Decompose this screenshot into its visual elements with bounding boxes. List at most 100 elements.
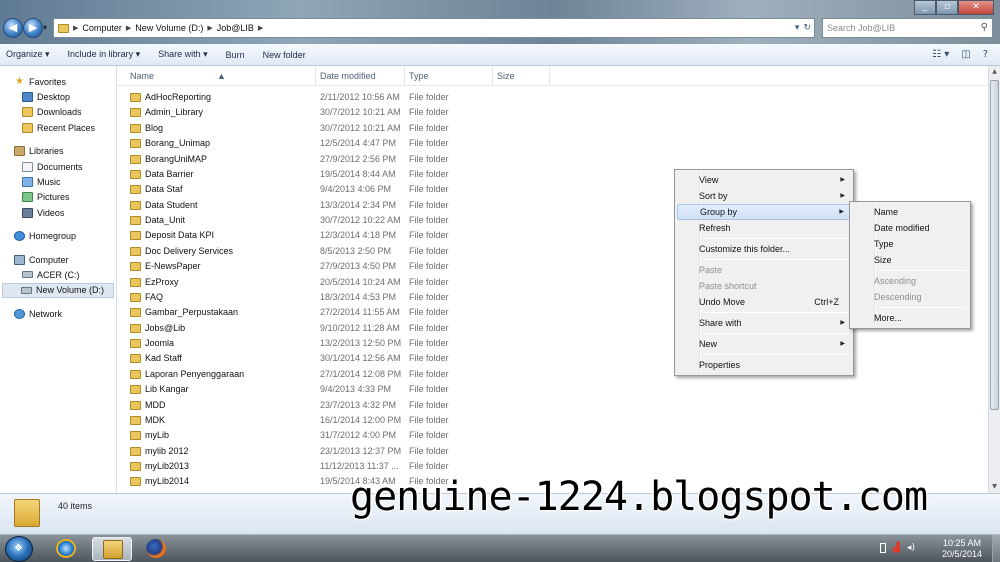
preview-pane-icon[interactable]: ◫: [961, 49, 970, 60]
minimize-button[interactable]: _: [914, 0, 936, 15]
menu-view[interactable]: View ▶: [677, 172, 851, 188]
recent-pages-dropdown[interactable]: ▾: [43, 22, 51, 34]
new-folder-button[interactable]: New folder: [263, 50, 306, 60]
taskbar-internet-explorer[interactable]: [46, 537, 86, 561]
volume-icon[interactable]: ◂): [907, 543, 915, 553]
column-name[interactable]: Name: [130, 71, 154, 81]
table-row[interactable]: BorangUniMAP 27/9/2012 2:56 PM File folder: [117, 152, 988, 167]
column-date-modified[interactable]: Date modified: [320, 71, 376, 81]
nav-desktop[interactable]: Desktop: [0, 89, 116, 104]
menu-label: Properties: [699, 360, 741, 370]
folder-icon: [130, 123, 141, 133]
nav-documents[interactable]: Documents: [0, 159, 116, 174]
menu-separator: [703, 312, 849, 313]
breadcrumb-new-volume[interactable]: New Volume (D:): [135, 23, 203, 33]
table-row[interactable]: myLib2013 11/12/2013 11:37 ... File folder: [117, 459, 988, 474]
taskbar-firefox[interactable]: [136, 537, 176, 561]
address-bar[interactable]: ▶ Computer ▶ New Volume (D:) ▶ Job@LIB ▶…: [53, 18, 815, 38]
breadcrumb-separator[interactable]: ▶: [258, 24, 263, 32]
nav-drive-c[interactable]: ACER (C:): [0, 267, 116, 282]
menu-customize-folder[interactable]: Customize this folder...: [677, 241, 851, 257]
group-by-size[interactable]: Size: [852, 252, 968, 268]
menu-separator: [878, 307, 966, 308]
back-button[interactable]: ◀: [3, 18, 23, 38]
nav-recent-places[interactable]: Recent Places: [0, 120, 116, 135]
clock[interactable]: 10:25 AM 20/5/2014: [942, 538, 982, 560]
nav-network[interactable]: Network: [0, 306, 116, 321]
nav-libraries[interactable]: Libraries: [0, 144, 116, 159]
share-with-button[interactable]: Share with ▾: [158, 49, 208, 60]
breadcrumb-separator[interactable]: ▶: [207, 24, 212, 32]
file-date-modified: 2/11/2012 10:56 AM: [320, 92, 400, 102]
table-row[interactable]: Laporan Penyenggaraan 27/1/2014 12:08 PM F…: [117, 367, 988, 382]
burn-button[interactable]: Burn: [226, 50, 245, 60]
nav-downloads[interactable]: Downloads: [0, 105, 116, 120]
column-size[interactable]: Size: [497, 71, 515, 81]
menu-paste: Paste: [677, 262, 851, 278]
group-by-type[interactable]: Type: [852, 236, 968, 252]
menu-sort-by[interactable]: Sort by ▶: [677, 188, 851, 204]
nav-videos[interactable]: Videos: [0, 205, 116, 220]
table-row[interactable]: Data Staf 9/4/2013 4:06 PM File folder: [117, 182, 988, 197]
scrollbar-thumb[interactable]: [990, 80, 999, 410]
group-by-date-modified[interactable]: Date modified: [852, 220, 968, 236]
folder-icon: [130, 354, 141, 364]
nav-favorites[interactable]: ★ Favorites: [0, 74, 116, 89]
folder-icon: [130, 246, 141, 256]
breadcrumb-separator[interactable]: ▶: [126, 24, 131, 32]
menu-share-with[interactable]: Share with ▶: [677, 315, 851, 331]
table-row[interactable]: Joomla 13/2/2013 12:50 PM File folder: [117, 336, 988, 351]
scroll-down-icon[interactable]: ▼: [989, 481, 1000, 493]
group-by-submenu: Name Date modified Type Size Ascending D…: [849, 201, 971, 329]
organize-button[interactable]: Organize ▾: [6, 49, 50, 60]
table-row[interactable]: MDK 16/1/2014 12:00 PM File folder: [117, 413, 988, 428]
group-more[interactable]: More...: [852, 310, 968, 326]
file-type: File folder: [409, 230, 449, 241]
window-controls: _ ▫ ✕: [914, 0, 994, 15]
table-row[interactable]: MDD 23/7/2013 4:32 PM File folder: [117, 398, 988, 413]
start-button[interactable]: ❖: [5, 536, 33, 562]
table-row[interactable]: Lib Kangar 9/4/2013 4:33 PM File folder: [117, 382, 988, 397]
show-desktop-button[interactable]: [992, 535, 1000, 562]
table-row[interactable]: Admin_Library 30/7/2012 10:21 AM File fold…: [117, 105, 988, 120]
vertical-scrollbar[interactable]: ▲ ▼: [988, 66, 1000, 493]
maximize-button[interactable]: ▫: [936, 0, 958, 15]
taskbar-windows-explorer[interactable]: [92, 537, 132, 561]
breadcrumb-computer[interactable]: Computer: [82, 23, 122, 33]
breadcrumb-job-lib[interactable]: Job@LIB: [217, 23, 254, 33]
column-type[interactable]: Type: [409, 71, 429, 81]
network-status-icon[interactable]: ▟: [893, 543, 900, 553]
nav-drive-d[interactable]: New Volume (D:): [2, 282, 114, 299]
nav-pictures[interactable]: Pictures: [0, 190, 116, 205]
menu-group-by[interactable]: Group by ▶: [677, 204, 851, 220]
help-icon[interactable]: ?: [983, 49, 988, 60]
file-type: File folder: [409, 168, 449, 179]
nav-music[interactable]: Music: [0, 174, 116, 189]
nav-homegroup[interactable]: Homegroup: [0, 229, 116, 244]
group-by-name[interactable]: Name: [852, 204, 968, 220]
refresh-icon[interactable]: ↻: [803, 23, 811, 33]
menu-refresh[interactable]: Refresh: [677, 220, 851, 236]
menu-label: Size: [874, 255, 892, 265]
scroll-up-icon[interactable]: ▲: [989, 66, 1000, 78]
submenu-arrow-icon: ▶: [840, 320, 845, 326]
breadcrumb-separator[interactable]: ▶: [73, 24, 78, 32]
address-dropdown-icon[interactable]: ▾: [795, 23, 800, 33]
table-row[interactable]: AdHocReporting 2/11/2012 10:56 AM File fol…: [117, 90, 988, 105]
table-row[interactable]: Data Barrier 19/5/2014 8:44 AM File folder: [117, 167, 988, 182]
table-row[interactable]: mylib 2012 23/1/2013 12:37 PM File folder: [117, 444, 988, 459]
nav-computer[interactable]: Computer: [0, 252, 116, 267]
table-row[interactable]: myLib 31/7/2012 4:00 PM File folder: [117, 428, 988, 443]
menu-properties[interactable]: Properties: [677, 357, 851, 373]
table-row[interactable]: Borang_Unimap 12/5/2014 4:47 PM File folde…: [117, 136, 988, 151]
close-button[interactable]: ✕: [958, 0, 994, 15]
menu-undo-move[interactable]: Undo Move Ctrl+Z: [677, 294, 851, 310]
include-in-library-button[interactable]: Include in library ▾: [68, 49, 141, 60]
battery-icon[interactable]: [880, 543, 886, 553]
table-row[interactable]: Kad Staff 30/1/2014 12:56 AM File folder: [117, 351, 988, 366]
search-input[interactable]: Search Job@LIB ⚲: [822, 18, 993, 38]
forward-button[interactable]: ▶: [23, 18, 43, 38]
menu-new[interactable]: New ▶: [677, 336, 851, 352]
table-row[interactable]: Blog 30/7/2012 10:21 AM File folder: [117, 121, 988, 136]
change-view-icon[interactable]: ☷ ▾: [932, 49, 949, 60]
